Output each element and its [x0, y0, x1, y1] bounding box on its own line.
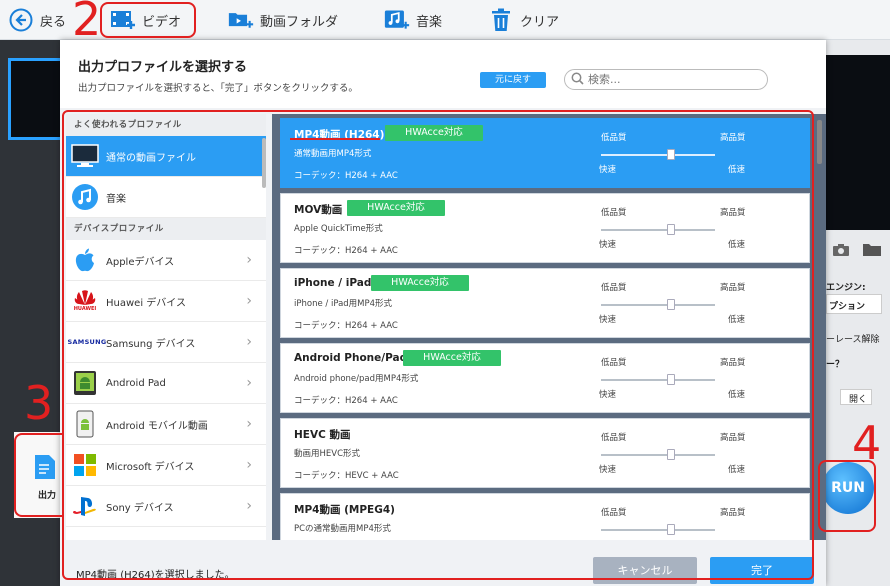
search-box[interactable] [564, 69, 768, 90]
deinterlace-label: ーレース解除 [826, 335, 880, 345]
add-folder-button[interactable]: 動画フォルダ [228, 6, 338, 34]
dialog-subtitle: 出力プロファイルを選択すると、「完了」ボタンをクリックする。 [78, 83, 358, 94]
profile-scrollbar[interactable] [817, 120, 822, 164]
add-music-button[interactable]: 音楽 [384, 6, 442, 34]
preview-area [826, 55, 890, 230]
reset-button[interactable]: 元に戻す [480, 72, 546, 88]
highlight-profile-area [62, 110, 814, 580]
back-button[interactable]: 戻る [8, 6, 66, 34]
highlight-video-button [100, 2, 196, 38]
step-number-2: 2 [72, 0, 102, 46]
dialog-header: 出力プロファイルを選択する 出力プロファイルを選択すると、「完了」ボタンをクリッ… [60, 40, 826, 108]
clear-button[interactable]: クリア [488, 6, 559, 34]
back-label: 戻る [40, 14, 67, 30]
music-add-icon [384, 8, 410, 32]
search-input[interactable] [588, 73, 758, 86]
video-thumbnail[interactable] [8, 58, 64, 140]
clear-label: クリア [520, 14, 560, 30]
selected-profile-underline [290, 138, 380, 140]
open-button[interactable]: 開く [840, 389, 872, 405]
engine-label: エンジン: [826, 283, 866, 293]
option-button[interactable]: プション [826, 294, 882, 314]
trash-icon [488, 8, 514, 32]
folder-label: 動画フォルダ [260, 14, 339, 30]
highlight-output-area [14, 433, 64, 517]
camera-icon[interactable] [832, 243, 850, 260]
highlight-run-button [818, 460, 876, 532]
back-arrow-icon [8, 8, 34, 32]
step-number-3: 3 [24, 376, 54, 430]
step-number-4: 4 [852, 416, 882, 470]
dialog-title: 出力プロファイルを選択する [78, 60, 248, 75]
folder-add-icon [228, 8, 254, 32]
folder-icon[interactable] [862, 243, 882, 260]
question-label: ー？ [826, 360, 845, 370]
music-label: 音楽 [416, 14, 443, 30]
search-icon [571, 72, 584, 88]
